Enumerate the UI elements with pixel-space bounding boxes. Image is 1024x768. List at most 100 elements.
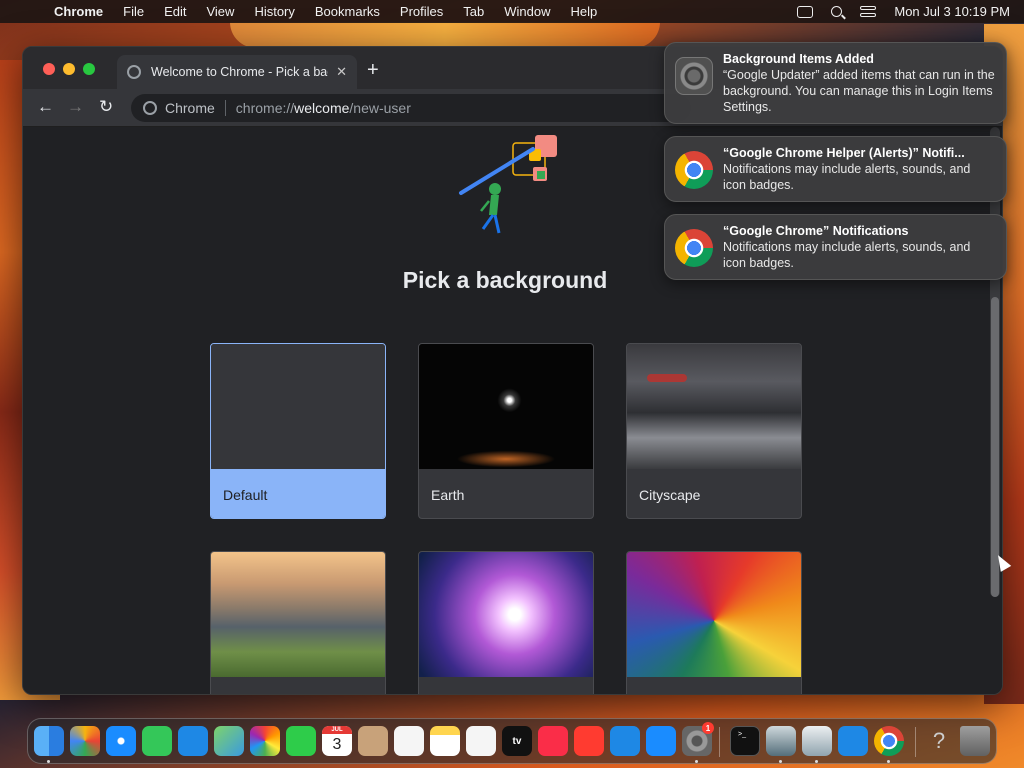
terminal-icon[interactable]: >_ [730, 726, 760, 756]
menu-tab[interactable]: Tab [453, 4, 494, 19]
background-card-default[interactable]: Default [210, 343, 386, 519]
background-label: Cityscape [639, 486, 701, 503]
scrollbar-thumb[interactable] [991, 297, 999, 597]
screen-sharing-icon[interactable] [838, 726, 868, 756]
background-thumbnail [627, 552, 801, 677]
back-button[interactable]: ← [37, 97, 54, 117]
settings-icon [675, 57, 713, 95]
mail-icon[interactable] [178, 726, 208, 756]
new-tab-button[interactable]: + [367, 60, 379, 80]
keynote-icon[interactable] [610, 726, 640, 756]
menu-edit[interactable]: Edit [154, 4, 196, 19]
running-indicator [887, 760, 890, 763]
background-label: Default [211, 469, 385, 518]
menu-help[interactable]: Help [561, 4, 608, 19]
contacts-icon[interactable] [358, 726, 388, 756]
zoom-window-button[interactable] [83, 63, 95, 75]
background-card-landscape[interactable] [210, 551, 386, 694]
notification-chrome[interactable]: “Google Chrome” Notifications Notificati… [664, 214, 1007, 280]
terminal-prompt: >_ [738, 730, 746, 738]
notification-title: “Google Chrome” Notifications [723, 224, 909, 238]
menu-window[interactable]: Window [494, 4, 560, 19]
tab-title: Welcome to Chrome - Pick a background [151, 65, 328, 79]
notification-body: “Google Updater” added items that can ru… [723, 68, 995, 114]
close-window-button[interactable] [43, 63, 55, 75]
control-center-icon[interactable] [860, 6, 877, 17]
running-indicator [695, 760, 698, 763]
background-thumbnail [627, 344, 801, 469]
dock-divider [719, 727, 720, 757]
notification-title: “Google Chrome Helper (Alerts)” Notifi..… [723, 146, 965, 160]
reminders-icon[interactable] [394, 726, 424, 756]
url-path: /new-user [349, 100, 411, 116]
messages-icon[interactable] [142, 726, 172, 756]
running-indicator [47, 760, 50, 763]
omnibox-divider [224, 100, 226, 116]
menu-clock[interactable]: Mon Jul 3 10:19 PM [894, 4, 1010, 19]
menu-bookmarks[interactable]: Bookmarks [305, 4, 390, 19]
chrome-icon[interactable] [874, 726, 904, 756]
screen-mirroring-icon[interactable] [797, 5, 814, 18]
calendar-icon[interactable]: JUL 3 [322, 726, 352, 756]
background-card-earth[interactable]: Earth [418, 343, 594, 519]
chrome-site-icon[interactable] [143, 101, 157, 115]
photos-icon[interactable] [250, 726, 280, 756]
trash-icon[interactable] [960, 726, 990, 756]
notes-icon[interactable] [430, 726, 460, 756]
background-card-galaxy[interactable] [418, 551, 594, 694]
background-card-geometric[interactable] [626, 551, 802, 694]
notification-badge: 1 [702, 722, 714, 734]
menu-app-name[interactable]: Chrome [44, 4, 113, 19]
freeform-icon[interactable] [466, 726, 496, 756]
calendar-month: JUL [322, 726, 352, 734]
dock: JUL 3 tv 1 >_ ? [27, 718, 997, 764]
tab-welcome[interactable]: Welcome to Chrome - Pick a background ✕ [117, 55, 357, 89]
system-settings-icon[interactable]: 1 [682, 722, 714, 756]
running-indicator [815, 760, 818, 763]
news-icon[interactable] [574, 726, 604, 756]
notification-chrome-helper-alerts[interactable]: “Google Chrome Helper (Alerts)” Notifi..… [664, 136, 1007, 202]
background-label [211, 677, 385, 694]
spotlight-search-icon[interactable] [831, 6, 843, 17]
app-store-icon[interactable] [646, 726, 676, 756]
menu-history[interactable]: History [244, 4, 304, 19]
music-icon[interactable] [538, 726, 568, 756]
tv-label: tv [512, 735, 522, 747]
tv-icon[interactable]: tv [502, 726, 532, 756]
background-label [419, 677, 593, 694]
maps-icon[interactable] [214, 726, 244, 756]
notification-body: Notifications may include alerts, sounds… [723, 240, 971, 270]
running-indicator [779, 760, 782, 763]
url-scheme: chrome:// [235, 100, 295, 116]
migration-icon[interactable] [802, 726, 832, 756]
close-tab-icon[interactable]: ✕ [336, 64, 347, 80]
help-glyph: ? [932, 728, 946, 753]
address-bar[interactable]: Chrome chrome:// welcome /new-user [131, 94, 691, 122]
background-card-cityscape[interactable]: Cityscape [626, 343, 802, 519]
menu-view[interactable]: View [196, 4, 244, 19]
menu-file[interactable]: File [113, 4, 154, 19]
page-content: Pick a background Default Earth Cityscap… [23, 127, 1002, 694]
background-label: Earth [431, 486, 465, 503]
url-host: welcome [294, 100, 350, 116]
reload-button[interactable]: ↻ [99, 97, 113, 117]
painter-illustration [459, 135, 557, 234]
menu-profiles[interactable]: Profiles [390, 4, 453, 19]
safari-icon[interactable] [106, 726, 136, 756]
background-thumbnail [211, 552, 385, 677]
help-icon[interactable]: ? [924, 726, 954, 756]
preview-icon[interactable] [766, 726, 796, 756]
notification-body: Notifications may include alerts, sounds… [723, 162, 971, 192]
dock-divider [915, 727, 916, 757]
chrome-favicon-icon [127, 65, 141, 79]
minimize-window-button[interactable] [63, 63, 75, 75]
forward-button[interactable]: → [67, 97, 84, 117]
notification-title: Background Items Added [723, 52, 874, 66]
finder-icon[interactable] [34, 726, 64, 756]
calendar-day: 3 [332, 736, 342, 753]
wallpaper-top [230, 22, 660, 48]
site-chip: Chrome [165, 100, 215, 116]
notification-background-items[interactable]: Background Items Added “Google Updater” … [664, 42, 1007, 124]
facetime-icon[interactable] [286, 726, 316, 756]
launchpad-icon[interactable] [70, 726, 100, 756]
